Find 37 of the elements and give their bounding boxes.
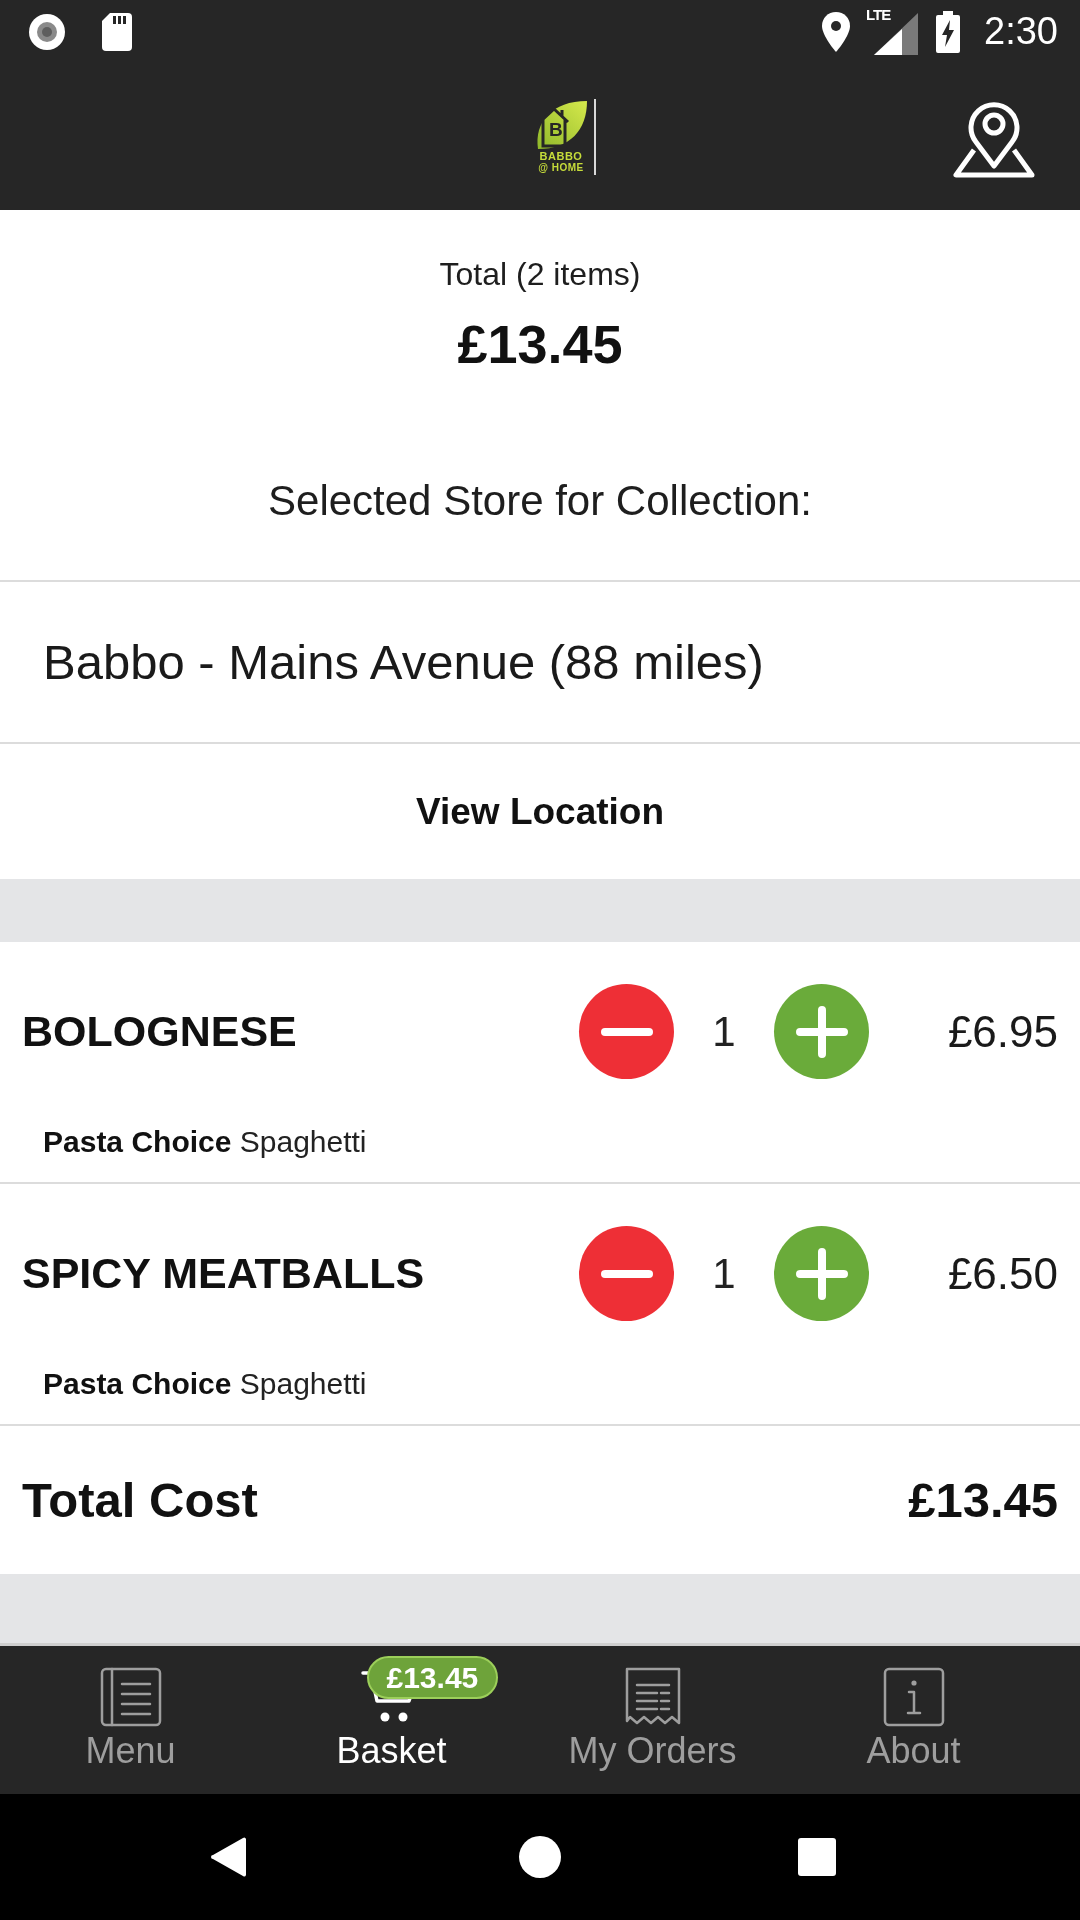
info-icon bbox=[882, 1667, 945, 1727]
item-name: BOLOGNESE bbox=[22, 1007, 298, 1056]
sd-card-icon bbox=[102, 12, 132, 51]
record-icon bbox=[28, 12, 66, 51]
receipt-icon bbox=[624, 1667, 681, 1727]
minus-icon bbox=[600, 1027, 653, 1036]
logo-wordmark: BABBO bbox=[539, 150, 583, 162]
minus-icon bbox=[600, 1269, 653, 1278]
item-quantity: 1 bbox=[712, 1007, 736, 1056]
plus-icon bbox=[795, 1247, 848, 1300]
item-price: £6.50 bbox=[947, 1248, 1058, 1299]
total-cost-amount: £13.45 bbox=[908, 1472, 1058, 1528]
battery-charging-icon bbox=[936, 10, 961, 53]
item-name: SPICY MEATBALLS bbox=[22, 1249, 426, 1298]
store-heading: Selected Store for Collection: bbox=[268, 476, 812, 526]
total-amount: £13.45 bbox=[457, 313, 623, 375]
item-quantity: 1 bbox=[712, 1249, 736, 1298]
item-option: Pasta Choice Spaghetti bbox=[22, 1365, 367, 1402]
nav-tab[interactable]: My Orders bbox=[522, 1646, 783, 1794]
total-cost-label: Total Cost bbox=[22, 1472, 258, 1528]
nav-tab[interactable]: About bbox=[783, 1646, 1044, 1794]
logo-letter: B bbox=[549, 120, 563, 140]
plus-icon bbox=[795, 1005, 848, 1058]
nav-tab[interactable]: Menu bbox=[0, 1646, 261, 1794]
store-name: Babbo - Mains Avenue (88 miles) bbox=[43, 634, 764, 690]
item-option: Pasta Choice Spaghetti bbox=[22, 1123, 367, 1160]
item-price: £6.95 bbox=[947, 1006, 1058, 1057]
logo-tagline: @ HOME bbox=[538, 162, 584, 173]
notebook-icon bbox=[99, 1667, 162, 1727]
basket-total-badge: £13.45 bbox=[366, 1656, 499, 1699]
nav-tab[interactable]: Basket £13.45 bbox=[261, 1646, 522, 1794]
network-type-label: LTE bbox=[866, 5, 891, 23]
home-icon[interactable] bbox=[519, 1836, 561, 1878]
location-pin-icon bbox=[822, 11, 851, 52]
back-icon[interactable] bbox=[210, 1836, 248, 1878]
clock-time: 2:30 bbox=[984, 10, 1058, 53]
total-items-label: Total (2 items) bbox=[439, 255, 641, 293]
